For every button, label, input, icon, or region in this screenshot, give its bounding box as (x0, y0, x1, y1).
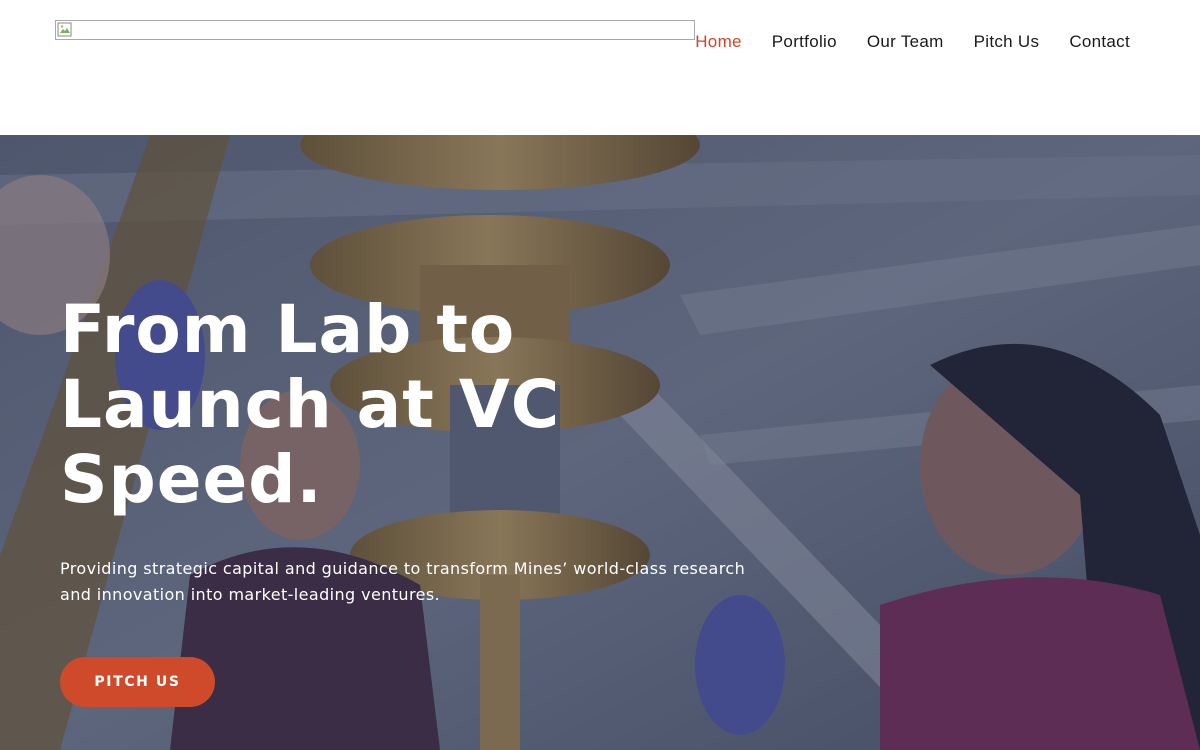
nav-home[interactable]: Home (695, 31, 742, 53)
site-logo[interactable] (55, 20, 695, 40)
pitch-us-button[interactable]: PITCH US (60, 657, 215, 707)
broken-image-icon (57, 22, 72, 37)
site-header: Home Portfolio Our Team Pitch Us Contact (0, 0, 1200, 135)
hero-subtitle: Providing strategic capital and guidance… (60, 559, 746, 604)
hero-section: From Lab to Launch at VC Speed. Providin… (0, 135, 1200, 750)
nav-pitch-us[interactable]: Pitch Us (974, 31, 1040, 53)
hero-title: From Lab to Launch at VC Speed. (60, 291, 561, 518)
main-nav: Home Portfolio Our Team Pitch Us Contact (695, 31, 1130, 53)
nav-contact[interactable]: Contact (1069, 31, 1130, 53)
nav-portfolio[interactable]: Portfolio (772, 31, 837, 53)
nav-our-team[interactable]: Our Team (867, 31, 944, 53)
